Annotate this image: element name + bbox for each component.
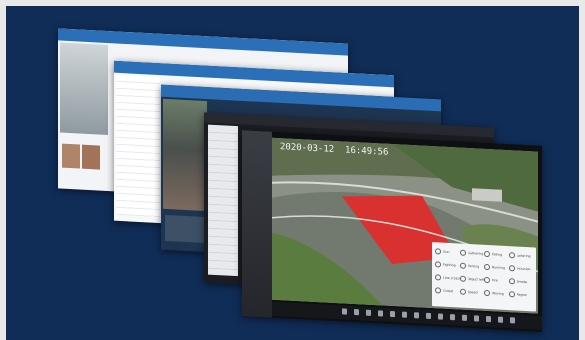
- event-legend-grid: Gun Gathering Falling Loitering Fighting Park…: [435, 246, 533, 299]
- event-legend-item[interactable]: Fire: [484, 275, 509, 285]
- event-legend-label: Waving: [492, 290, 504, 296]
- event-legend-item[interactable]: Parking: [459, 261, 485, 271]
- checkbox-icon[interactable]: [508, 277, 515, 284]
- event-legend-item[interactable]: Smoke: [508, 276, 534, 286]
- camera-feed-corridor: [60, 42, 108, 136]
- checkbox-icon[interactable]: [435, 273, 441, 281]
- event-legend-item[interactable]: Line crossing: [435, 272, 460, 282]
- thumbnail-strip: [165, 214, 205, 243]
- tools-icon[interactable]: [462, 314, 467, 321]
- face-thumbnail: [82, 144, 100, 170]
- aerial-camera-view: 2020-03-12 16:49:56 Gun Gathering Falling L…: [272, 137, 538, 314]
- event-legend-item[interactable]: Region: [508, 289, 534, 299]
- checkbox-icon[interactable]: [435, 260, 441, 268]
- checkbox-icon[interactable]: [508, 290, 515, 297]
- event-legend-label: Running: [492, 264, 506, 270]
- checkbox-icon[interactable]: [459, 288, 466, 295]
- settings-icon[interactable]: [450, 314, 455, 321]
- event-legend-label: Region: [516, 292, 528, 297]
- snapshot-icon[interactable]: [378, 310, 383, 317]
- event-legend-label: Crowd: [443, 288, 454, 293]
- aerial-camera-window: 2020-03-12 16:49:56 Gun Gathering Falling L…: [242, 130, 542, 332]
- event-legend-label: Intrusion: [516, 266, 531, 271]
- checkbox-icon[interactable]: [459, 262, 466, 269]
- event-legend-item[interactable]: Waving: [484, 288, 509, 298]
- zoom-icon[interactable]: [402, 311, 407, 318]
- checkbox-icon[interactable]: [484, 250, 490, 257]
- event-legend-label: Fire: [492, 277, 498, 283]
- event-legend-label: Falling: [492, 251, 503, 257]
- event-legend-label: Speed: [467, 289, 478, 294]
- checkbox-icon[interactable]: [435, 247, 441, 255]
- event-legend-item[interactable]: Crowd: [435, 285, 460, 295]
- audio-icon[interactable]: [414, 312, 419, 319]
- event-legend-item[interactable]: Loitering: [508, 250, 534, 260]
- camera-sidebar: [242, 130, 272, 318]
- export-icon[interactable]: [510, 317, 515, 324]
- event-legend-label: Loitering: [516, 253, 531, 258]
- event-legend-panel: Gun Gathering Falling Loitering Fighting Park…: [432, 242, 536, 312]
- channel-list: [208, 124, 238, 277]
- event-legend-item[interactable]: Gun: [435, 246, 460, 256]
- event-legend-label: Gun: [443, 249, 450, 254]
- checkbox-icon[interactable]: [459, 249, 466, 256]
- result-list: [116, 74, 160, 218]
- event-legend-item[interactable]: Object left: [459, 274, 485, 284]
- fullscreen-icon[interactable]: [438, 313, 443, 320]
- checkbox-icon[interactable]: [459, 275, 466, 282]
- event-legend-item[interactable]: Gathering: [459, 248, 485, 258]
- checkbox-icon[interactable]: [484, 276, 490, 283]
- product-banner: 2020-03-12 16:49:56 Gun Gathering Falling L…: [6, 6, 579, 340]
- event-legend-label: Object left: [467, 276, 485, 282]
- face-thumbnail: [62, 143, 80, 169]
- checkbox-icon[interactable]: [508, 251, 515, 258]
- checkbox-icon[interactable]: [484, 289, 490, 296]
- close-icon[interactable]: [474, 315, 479, 322]
- layout-icon[interactable]: [498, 316, 503, 323]
- stop-icon[interactable]: [366, 309, 371, 316]
- event-legend-item[interactable]: Running: [484, 262, 509, 272]
- camera-feed-street: [163, 98, 207, 212]
- pen-icon[interactable]: [342, 308, 347, 315]
- play-icon[interactable]: [354, 309, 359, 316]
- event-legend-item[interactable]: Intrusion: [508, 263, 534, 273]
- event-legend-label: Gathering: [467, 250, 484, 256]
- event-legend-label: Fighting: [443, 262, 456, 267]
- event-legend-item[interactable]: Falling: [484, 249, 509, 259]
- event-legend-label: Line crossing: [443, 275, 460, 281]
- checkbox-icon[interactable]: [508, 264, 515, 271]
- checkbox-icon[interactable]: [435, 286, 441, 294]
- event-legend-item[interactable]: Speed: [459, 287, 485, 297]
- grid-icon[interactable]: [426, 312, 431, 320]
- record-icon[interactable]: [390, 310, 395, 318]
- menu-icon[interactable]: [486, 315, 491, 323]
- checkbox-icon[interactable]: [484, 263, 490, 270]
- event-legend-label: Smoke: [516, 279, 528, 284]
- event-legend-item[interactable]: Fighting: [435, 259, 460, 269]
- event-legend-label: Parking: [467, 263, 480, 269]
